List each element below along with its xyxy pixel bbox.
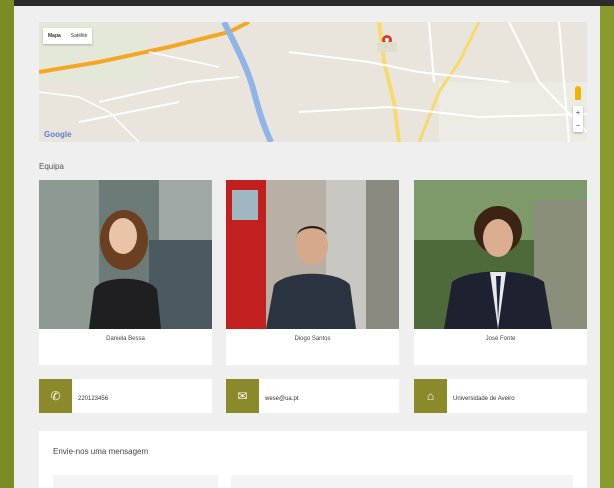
member-photo (226, 180, 399, 329)
member-photo-image (39, 180, 212, 329)
contact-address-value: Universidade de Aveiro (453, 396, 515, 402)
map-type-map-button[interactable]: Mapa (43, 28, 66, 44)
mail-icon: ✉ (226, 379, 259, 413)
team-member-card: Daniela Bessa (39, 180, 212, 365)
zoom-in-button[interactable]: + (573, 106, 583, 119)
form-title: Envie-nos uma mensagem (53, 447, 149, 456)
message-input[interactable] (231, 475, 573, 488)
member-name: Diogo Santos (294, 336, 331, 342)
map-type-satellite-button[interactable]: Satélite (66, 28, 93, 44)
map-roads (39, 22, 587, 142)
google-logo: Google (44, 130, 72, 139)
team-section-title: Equipa (39, 162, 64, 171)
team-member-card: Diogo Santos (226, 180, 399, 365)
contact-email-card: ✉ wese@ua.pt (226, 379, 399, 413)
zoom-control[interactable]: + − (573, 106, 583, 132)
team-member-card: José Fonte (414, 180, 587, 365)
contact-form: Envie-nos uma mensagem (39, 431, 587, 488)
member-photo-image (414, 180, 587, 329)
map-embed[interactable]: Mapa Satélite + − Google (39, 22, 587, 142)
member-photo-image (226, 180, 399, 329)
contact-phone-value[interactable]: 220123456 (78, 396, 108, 402)
member-photo (414, 180, 587, 329)
home-icon: ⌂ (414, 379, 447, 413)
member-name: Daniela Bessa (106, 336, 145, 342)
member-photo (39, 180, 212, 329)
page: Mapa Satélite + − Google Equipa Daniela … (14, 6, 600, 488)
phone-icon: ✆ (39, 379, 72, 413)
contact-phone-card: ✆ 220123456 (39, 379, 212, 413)
zoom-out-button[interactable]: − (573, 119, 583, 132)
map-type-control[interactable]: Mapa Satélite (43, 28, 93, 44)
left-frame (0, 0, 14, 488)
contact-email-value[interactable]: wese@ua.pt (265, 396, 298, 402)
contact-address-card: ⌂ Universidade de Aveiro (414, 379, 587, 413)
street-view-pegman-icon[interactable] (575, 86, 581, 100)
name-input[interactable] (53, 475, 218, 488)
member-name: José Fonte (485, 336, 516, 342)
